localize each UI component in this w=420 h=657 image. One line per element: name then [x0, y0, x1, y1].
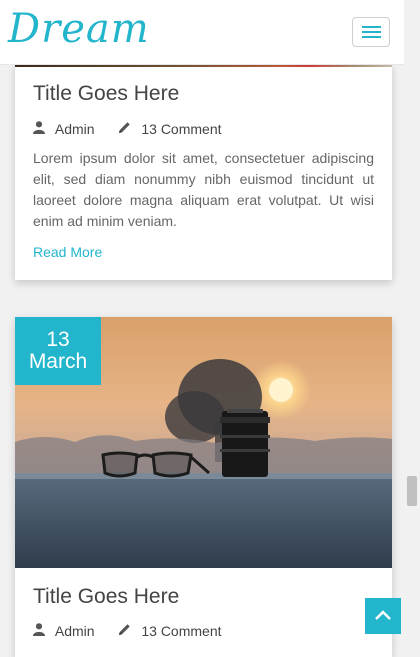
menu-toggle-button[interactable] [352, 17, 390, 47]
date-badge: 13 March [15, 317, 101, 385]
post-author[interactable]: Admin [55, 623, 95, 639]
post-title[interactable]: Title Goes Here [33, 585, 179, 609]
chevron-up-icon [375, 610, 391, 620]
post-author[interactable]: Admin [55, 121, 95, 137]
back-to-top-button[interactable] [365, 598, 401, 634]
post-excerpt: Lorem ipsum dolor sit amet, consectetuer… [33, 150, 374, 229]
post-image[interactable]: 13 March [15, 317, 392, 568]
post-meta: Admin 13 Comment [33, 120, 222, 138]
pencil-icon [118, 623, 131, 639]
top-navbar: Dream [0, 0, 404, 65]
user-icon [33, 623, 45, 639]
hamburger-icon [362, 26, 381, 28]
user-icon [33, 121, 45, 137]
date-day: 13 [46, 328, 70, 351]
post-comments[interactable]: 13 Comment [141, 121, 221, 137]
post-meta: Admin 13 Comment [33, 622, 222, 640]
hamburger-bar [362, 31, 381, 33]
read-more-link[interactable]: Read More [33, 244, 102, 260]
date-month: March [28, 350, 88, 373]
scrollbar-thumb[interactable] [407, 476, 417, 506]
post-title[interactable]: Title Goes Here [33, 82, 179, 106]
post-comments[interactable]: 13 Comment [141, 623, 221, 639]
hamburger-bar [362, 36, 381, 38]
brand-logo[interactable]: Dream [8, 6, 150, 52]
post-card: 13 March Title Goes Here Admin 13 Commen… [15, 317, 392, 657]
post-card: Title Goes Here Admin 13 Comment Lorem i… [15, 64, 392, 280]
pencil-icon [118, 121, 131, 137]
